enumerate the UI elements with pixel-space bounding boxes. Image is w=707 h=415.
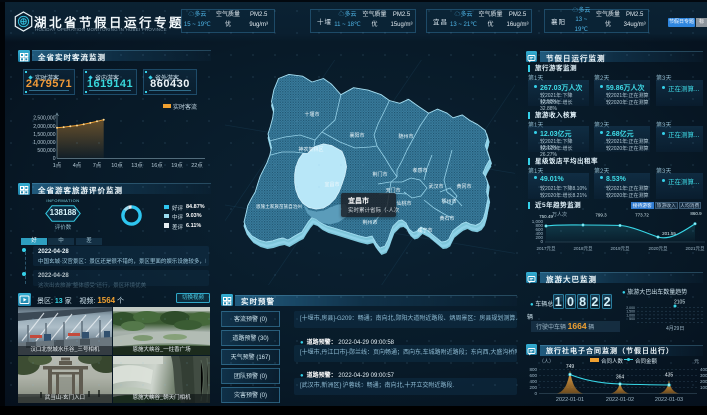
svg-text:随州市: 随州市 bbox=[398, 133, 413, 140]
svg-text:860.9: 860.9 bbox=[690, 211, 702, 216]
svg-text:2,500,000: 2,500,000 bbox=[33, 116, 55, 122]
svg-text:襄阳市: 襄阳市 bbox=[349, 132, 364, 139]
svg-text:749: 749 bbox=[566, 364, 575, 370]
svg-text:22点: 22点 bbox=[191, 162, 203, 169]
svg-text:799.3: 799.3 bbox=[595, 213, 607, 218]
svg-text:神农架林区: 神农架林区 bbox=[298, 146, 323, 153]
svg-text:364: 364 bbox=[616, 375, 625, 381]
svg-text:2022-01-02: 2022-01-02 bbox=[606, 397, 634, 403]
svg-text:黄冈市: 黄冈市 bbox=[456, 183, 471, 190]
svg-text:恩施土家族苗族自治州: 恩施土家族苗族自治州 bbox=[256, 203, 302, 210]
svg-text:2020元旦: 2020元旦 bbox=[648, 246, 668, 252]
svg-text:2019元旦: 2019元旦 bbox=[610, 246, 630, 252]
svg-text:201.55: 201.55 bbox=[662, 231, 676, 236]
svg-text:0: 0 bbox=[534, 391, 537, 396]
svg-text:400: 400 bbox=[529, 379, 537, 384]
svg-text:武汉市: 武汉市 bbox=[428, 183, 443, 190]
svg-text:13点: 13点 bbox=[131, 162, 143, 169]
svg-text:0: 0 bbox=[53, 156, 56, 162]
svg-text:孝感市: 孝感市 bbox=[412, 167, 427, 174]
svg-text:咸宁市: 咸宁市 bbox=[417, 227, 432, 234]
svg-text:600: 600 bbox=[529, 373, 537, 378]
svg-text:万人次: 万人次 bbox=[552, 211, 567, 218]
svg-text:200: 200 bbox=[529, 385, 537, 390]
svg-text:400: 400 bbox=[700, 367, 707, 372]
svg-text:4月29日: 4月29日 bbox=[666, 326, 684, 332]
svg-text:750.49: 750.49 bbox=[539, 214, 553, 219]
svg-text:100: 100 bbox=[700, 385, 707, 390]
svg-text:2017元旦: 2017元旦 bbox=[536, 246, 556, 252]
svg-text:4点: 4点 bbox=[73, 162, 82, 169]
svg-text:鄂州市: 鄂州市 bbox=[441, 198, 456, 205]
svg-text:1,500,000: 1,500,000 bbox=[33, 132, 55, 138]
svg-text:773.72: 773.72 bbox=[635, 213, 649, 218]
svg-text:2022-01-01: 2022-01-01 bbox=[556, 397, 584, 403]
svg-text:0: 0 bbox=[540, 239, 543, 244]
svg-text:黄石市: 黄石市 bbox=[439, 215, 454, 222]
svg-text:2,000,000: 2,000,000 bbox=[33, 124, 55, 130]
svg-text:500: 500 bbox=[629, 317, 635, 321]
svg-text:1,000,000: 1,000,000 bbox=[33, 140, 55, 146]
svg-text:1点: 1点 bbox=[53, 162, 62, 169]
svg-text:荆门市: 荆门市 bbox=[372, 171, 387, 178]
svg-text:宜昌市: 宜昌市 bbox=[324, 181, 339, 188]
svg-text:500,000: 500,000 bbox=[37, 148, 55, 154]
svg-text:300: 300 bbox=[700, 373, 707, 378]
svg-text:2105: 2105 bbox=[674, 300, 685, 306]
svg-text:荆州市: 荆州市 bbox=[362, 219, 377, 226]
svg-text:19点: 19点 bbox=[171, 162, 183, 169]
svg-text:435: 435 bbox=[665, 373, 674, 379]
svg-text:2018元旦: 2018元旦 bbox=[573, 246, 593, 252]
svg-text:十堰市: 十堰市 bbox=[304, 111, 319, 118]
svg-text:200: 200 bbox=[700, 379, 707, 384]
svg-text:2021元旦: 2021元旦 bbox=[685, 246, 705, 252]
svg-text:16点: 16点 bbox=[151, 162, 163, 169]
svg-text:2022-01-03: 2022-01-03 bbox=[655, 397, 683, 403]
svg-text:7点: 7点 bbox=[93, 162, 102, 169]
svg-text:800: 800 bbox=[529, 367, 537, 372]
svg-text:10点: 10点 bbox=[111, 162, 123, 169]
